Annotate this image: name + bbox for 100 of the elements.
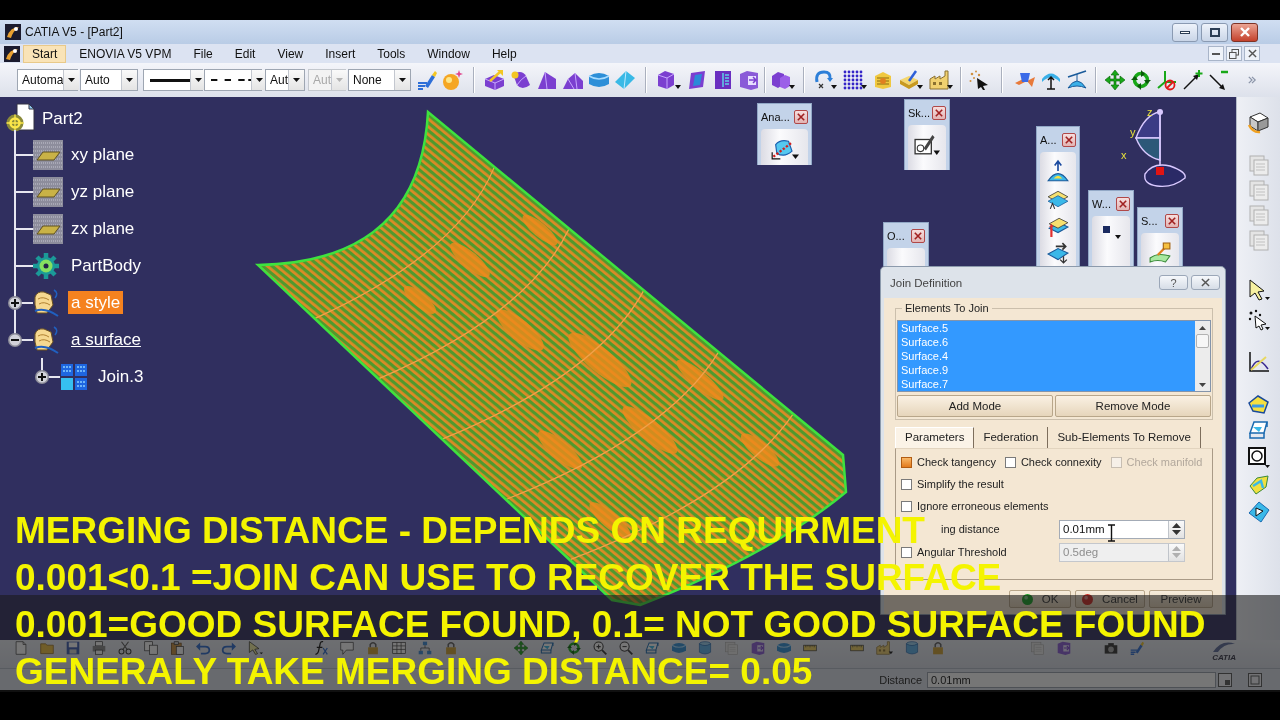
dome-icon[interactable]	[1067, 70, 1087, 90]
tree-item[interactable]: Part2	[39, 106, 86, 130]
surface-pointer-icon[interactable]	[1149, 242, 1171, 262]
scroll-down-icon[interactable]	[1199, 382, 1206, 387]
table-icon[interactable]	[392, 641, 406, 655]
four-arrows-icon[interactable]	[1105, 70, 1125, 90]
pointer-icon[interactable]	[1247, 279, 1270, 301]
window-frame-icon[interactable]	[1248, 672, 1262, 687]
help-button[interactable]: ?	[1159, 275, 1188, 290]
close-button[interactable]	[1165, 213, 1179, 228]
dome-arrow-icon[interactable]	[1047, 161, 1069, 183]
minimize-button[interactable]	[1208, 46, 1224, 61]
swept-shape-icon[interactable]	[511, 70, 531, 90]
paste-icon[interactable]	[170, 641, 184, 655]
camera-icon[interactable]	[1104, 641, 1118, 655]
plus-toggle-icon[interactable]	[8, 295, 22, 310]
close-button[interactable]	[911, 228, 925, 243]
cube-outline-icon[interactable]	[1247, 419, 1270, 441]
status-field[interactable]: 0.01mm	[927, 671, 1216, 688]
tree-item[interactable]: zx plane	[68, 217, 138, 240]
scroll-thumb[interactable]	[1196, 334, 1209, 348]
minus-toggle-icon[interactable]	[8, 332, 22, 347]
checkbox[interactable]	[901, 456, 912, 468]
minimize-button[interactable]	[1172, 22, 1198, 42]
sparkle-cursor-icon[interactable]	[1247, 309, 1270, 331]
text-field[interactable]: 0.01mm	[1059, 519, 1185, 539]
arrow-minus-icon[interactable]	[1209, 70, 1229, 90]
menu-item[interactable]: Tools	[368, 44, 415, 63]
sheet-arrow-icon[interactable]	[1247, 394, 1270, 416]
spinner-arrows-icon[interactable]	[1172, 523, 1181, 535]
rotate-arrows-icon[interactable]	[567, 641, 581, 655]
tree-item[interactable]: PartBody	[68, 254, 144, 277]
book-pen-icon[interactable]	[899, 70, 923, 90]
menu-item[interactable]: View	[268, 44, 313, 63]
menu-item[interactable]: File	[184, 44, 222, 63]
close-button[interactable]	[1244, 46, 1260, 61]
compass-drawing[interactable]	[1135, 109, 1186, 188]
slanted-block-icon[interactable]	[687, 70, 707, 90]
zoom-out-icon[interactable]	[619, 641, 633, 655]
slab-icon[interactable]	[589, 70, 609, 90]
curved-arrow-icon[interactable]	[813, 70, 837, 90]
scrollbar[interactable]	[1195, 321, 1210, 391]
checkbox[interactable]	[1004, 456, 1016, 468]
tree-item[interactable]: xy plane	[68, 143, 138, 166]
menu-item[interactable]: Edit	[225, 44, 265, 63]
surface-analysis-icon[interactable]	[770, 138, 799, 160]
dot-grid-icon[interactable]	[843, 70, 867, 90]
close-button[interactable]	[1116, 196, 1130, 211]
dropdown[interactable]: Auto	[80, 69, 138, 91]
box-window-icon[interactable]	[739, 70, 759, 90]
maximize-button[interactable]	[1201, 22, 1228, 42]
dropdown[interactable]: Automa	[17, 69, 78, 91]
dropdown[interactable]	[143, 69, 203, 91]
close-button[interactable]	[932, 105, 946, 120]
cube-outline-icon[interactable]	[645, 641, 660, 655]
plus-toggle-icon[interactable]	[35, 369, 49, 384]
wand-cursor-icon[interactable]	[969, 70, 989, 90]
triangle-patch-icon[interactable]	[1247, 501, 1270, 523]
paintbrush-icon[interactable]	[417, 70, 437, 90]
axes-no-entry-icon[interactable]	[1157, 70, 1177, 90]
menu-item[interactable]: Help	[482, 44, 526, 63]
stack-icon[interactable]	[873, 70, 893, 90]
tab[interactable]: Federation	[974, 427, 1049, 448]
ramp-icon[interactable]	[563, 70, 583, 90]
checkbox[interactable]	[901, 500, 912, 512]
box-arrow-icon[interactable]	[485, 70, 505, 90]
factory-icon[interactable]	[929, 70, 953, 90]
mode-button[interactable]: Add Mode	[897, 395, 1053, 417]
wedge-icon[interactable]	[537, 70, 557, 90]
close-button[interactable]	[1191, 275, 1220, 290]
checkbox[interactable]	[901, 478, 912, 490]
sphere-sparkle-icon[interactable]	[443, 70, 463, 90]
layered-sheets-icon[interactable]	[1047, 188, 1069, 210]
sketch-pen-icon[interactable]	[914, 134, 940, 156]
menu-item[interactable]: Window	[418, 44, 479, 63]
tree-item[interactable]: yz plane	[68, 180, 138, 203]
scissors-icon[interactable]	[118, 641, 132, 655]
folded-sheet-icon[interactable]	[1247, 111, 1270, 133]
close-button[interactable]	[794, 109, 808, 124]
menu-item[interactable]: ENOVIA V5 VPM	[70, 44, 181, 63]
comb-block-icon[interactable]	[713, 70, 733, 90]
chevron-icon[interactable]	[1248, 76, 1256, 84]
tab[interactable]: Sub-Elements To Remove	[1048, 427, 1201, 448]
close-button[interactable]	[1062, 132, 1076, 147]
menu-item[interactable]: Start	[23, 44, 67, 63]
copy-icon[interactable]	[144, 641, 158, 655]
arrow-plus-icon[interactable]	[1183, 70, 1203, 90]
restore-button[interactable]	[1226, 46, 1242, 61]
sheet-stack-icon[interactable]	[1047, 215, 1069, 237]
patch-icon[interactable]	[1247, 474, 1270, 496]
zoom-in-icon[interactable]	[593, 641, 607, 655]
rotate-arrows-icon[interactable]	[1131, 70, 1151, 90]
formula-icon[interactable]	[314, 641, 328, 655]
tab[interactable]: Parameters	[895, 427, 975, 448]
cube-icon[interactable]	[657, 70, 681, 90]
scroll-up-icon[interactable]	[1199, 325, 1206, 330]
mode-button[interactable]: Remove Mode	[1055, 395, 1211, 417]
dropdown[interactable]: None	[348, 69, 411, 91]
split-window-icon[interactable]	[1218, 672, 1232, 687]
curve-graph-icon[interactable]	[1247, 351, 1270, 373]
